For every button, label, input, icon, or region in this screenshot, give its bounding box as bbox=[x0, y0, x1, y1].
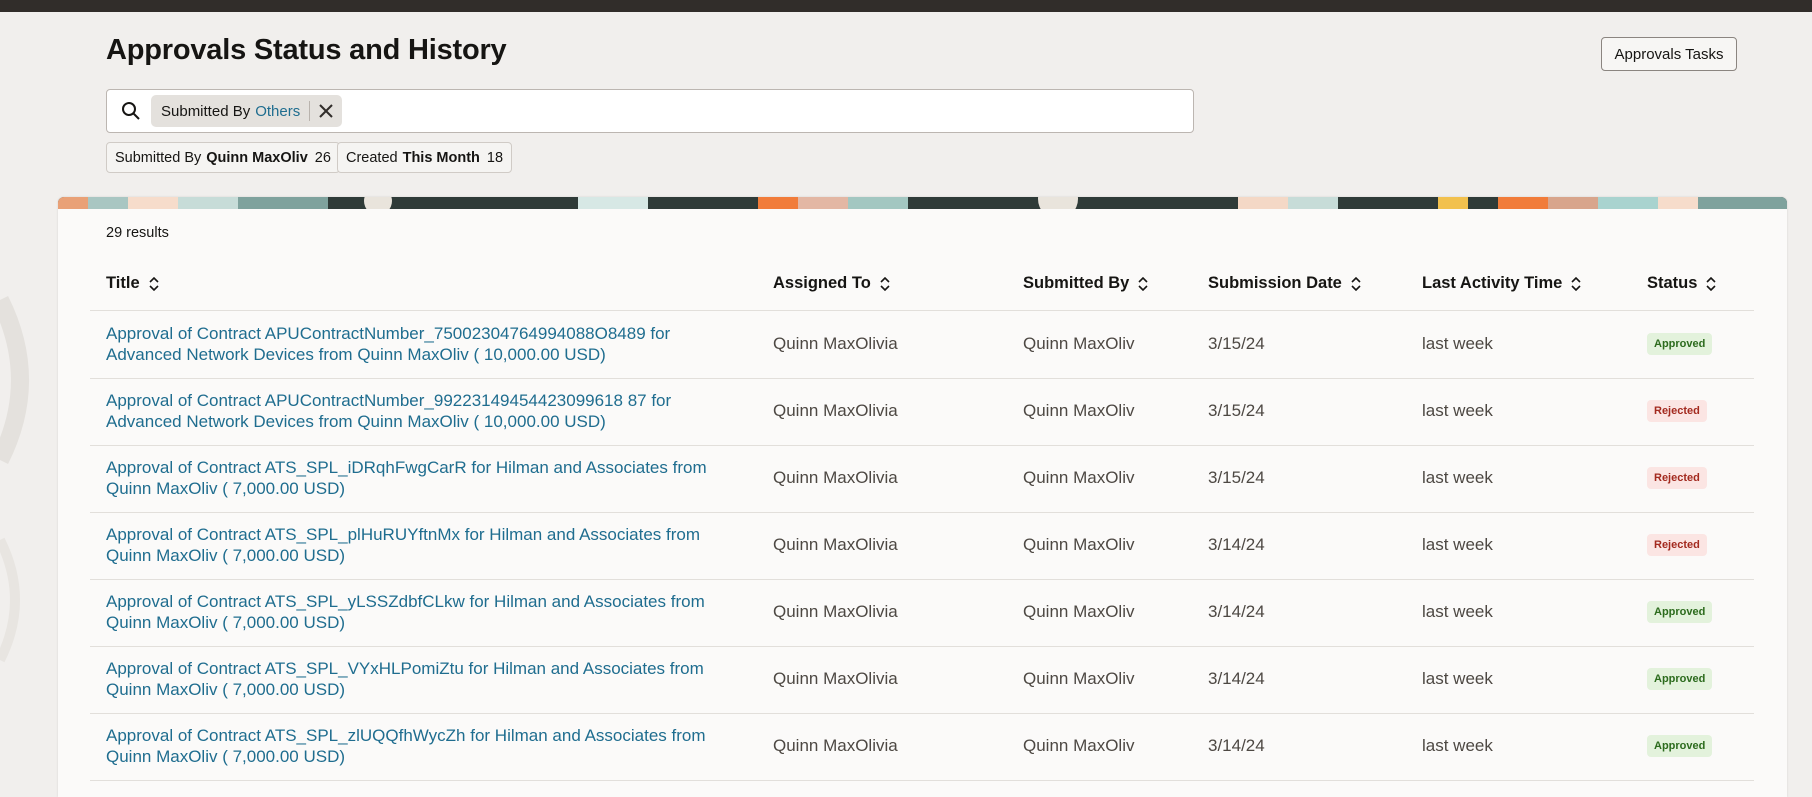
search-bar[interactable]: Submitted By Others bbox=[106, 89, 1194, 133]
facet-label: Created bbox=[346, 149, 398, 166]
search-icon[interactable] bbox=[121, 101, 141, 121]
row-submission-date: 3/14/24 bbox=[1208, 669, 1265, 688]
row-submission-date: 3/14/24 bbox=[1208, 535, 1265, 554]
row-last-activity: last week bbox=[1422, 401, 1493, 420]
approvals-tasks-button[interactable]: Approvals Tasks bbox=[1601, 37, 1737, 71]
row-assigned-to: Quinn MaxOlivia bbox=[773, 334, 898, 353]
facet-count: 26 bbox=[314, 149, 331, 166]
facet-submitted-by[interactable]: Submitted By Quinn MaxOliv 26 bbox=[106, 142, 340, 173]
row-title-link[interactable]: Approval of Contract ATS_SPL_plHuRUYftnM… bbox=[106, 524, 746, 566]
facet-created[interactable]: Created This Month 18 bbox=[337, 142, 513, 173]
row-title-link[interactable]: Approval of Contract ATS_SPL_yLSSZdbfCLk… bbox=[106, 591, 746, 633]
results-count: 29 results bbox=[106, 225, 169, 241]
row-assigned-to: Quinn MaxOlivia bbox=[773, 669, 898, 688]
table-row[interactable]: Approval of Contract APUContractNumber_7… bbox=[90, 311, 1754, 379]
table-row[interactable]: Approval of Contract ATS_SPL_iDRqhFwgCar… bbox=[90, 445, 1754, 513]
row-submitted-by: Quinn MaxOliv bbox=[1023, 334, 1135, 353]
column-header-status[interactable]: Status bbox=[1647, 274, 1717, 293]
column-header-assigned-to[interactable]: Assigned To bbox=[773, 274, 890, 293]
sort-icon[interactable] bbox=[1571, 276, 1581, 291]
row-last-activity: last week bbox=[1422, 736, 1493, 755]
column-header-title[interactable]: Title bbox=[106, 274, 159, 293]
table-header: Title Assigned To Submitted By Submissio… bbox=[90, 264, 1754, 311]
row-submitted-by: Quinn MaxOliv bbox=[1023, 736, 1135, 755]
table-row[interactable]: Approval of Contract ATS_SPL_yLSSZdbfCLk… bbox=[90, 579, 1754, 647]
facet-value: This Month bbox=[402, 149, 480, 166]
top-bar bbox=[0, 0, 1812, 12]
row-title-link[interactable]: Approval of Contract ATS_SPL_iDRqhFwgCar… bbox=[106, 457, 746, 499]
row-last-activity: last week bbox=[1422, 334, 1493, 353]
row-submission-date: 3/14/24 bbox=[1208, 736, 1265, 755]
row-submission-date: 3/15/24 bbox=[1208, 468, 1265, 487]
table-row[interactable]: Approval of Contract ATS_SPL_plHuRUYftnM… bbox=[90, 512, 1754, 580]
row-last-activity: last week bbox=[1422, 468, 1493, 487]
row-submitted-by: Quinn MaxOliv bbox=[1023, 468, 1135, 487]
status-badge: Approved bbox=[1647, 735, 1713, 757]
status-badge: Approved bbox=[1647, 668, 1713, 690]
status-badge: Approved bbox=[1647, 333, 1713, 355]
row-title-link[interactable]: Approval of Contract APUContractNumber_9… bbox=[106, 390, 746, 432]
row-last-activity: last week bbox=[1422, 535, 1493, 554]
row-assigned-to: Quinn MaxOlivia bbox=[773, 736, 898, 755]
row-assigned-to: Quinn MaxOlivia bbox=[773, 468, 898, 487]
facet-count: 18 bbox=[486, 149, 504, 166]
status-badge: Rejected bbox=[1647, 400, 1707, 422]
row-submitted-by: Quinn MaxOliv bbox=[1023, 401, 1135, 420]
column-header-submitted-by[interactable]: Submitted By bbox=[1023, 274, 1148, 293]
column-header-submission-date[interactable]: Submission Date bbox=[1208, 274, 1361, 293]
row-last-activity: last week bbox=[1422, 602, 1493, 621]
status-badge: Rejected bbox=[1647, 534, 1707, 556]
status-badge: Approved bbox=[1647, 601, 1713, 623]
sort-icon[interactable] bbox=[1706, 276, 1717, 291]
chip-divider bbox=[309, 101, 311, 121]
row-submission-date: 3/15/24 bbox=[1208, 334, 1265, 353]
row-title-link[interactable]: Approval of Contract APUContractNumber_7… bbox=[106, 323, 746, 365]
sort-icon[interactable] bbox=[1351, 276, 1361, 291]
close-icon[interactable] bbox=[318, 103, 334, 119]
row-title-link[interactable]: Approval of Contract ATS_SPL_zlUQQfhWycZ… bbox=[106, 725, 746, 767]
chip-value: Others bbox=[255, 102, 301, 120]
row-assigned-to: Quinn MaxOlivia bbox=[773, 602, 898, 621]
row-title-link[interactable]: Approval of Contract ATS_SPL_VYxHLPomiZt… bbox=[106, 658, 746, 700]
results-panel: 29 results Title Assigned To Submitted B… bbox=[58, 197, 1787, 797]
page-title: Approvals Status and History bbox=[106, 34, 507, 66]
table-row[interactable]: Approval of Contract ATS_SPL_VYxHLPomiZt… bbox=[90, 646, 1754, 714]
sort-icon[interactable] bbox=[1138, 276, 1148, 291]
background-pattern bbox=[0, 295, 29, 663]
column-header-last-activity-time[interactable]: Last Activity Time bbox=[1422, 274, 1581, 293]
facet-value: Quinn MaxOliv bbox=[206, 149, 308, 166]
row-submitted-by: Quinn MaxOliv bbox=[1023, 535, 1135, 554]
row-submission-date: 3/14/24 bbox=[1208, 602, 1265, 621]
row-submitted-by: Quinn MaxOliv bbox=[1023, 669, 1135, 688]
row-submitted-by: Quinn MaxOliv bbox=[1023, 602, 1135, 621]
sort-icon[interactable] bbox=[880, 276, 890, 291]
filter-chip-submitted-by[interactable]: Submitted By Others bbox=[151, 95, 343, 127]
decorative-banner bbox=[58, 197, 1787, 209]
table-row[interactable]: Approval of Contract ATS_SPL_zlUQQfhWycZ… bbox=[90, 713, 1754, 781]
row-assigned-to: Quinn MaxOlivia bbox=[773, 401, 898, 420]
chip-label: Submitted By bbox=[161, 102, 251, 120]
row-assigned-to: Quinn MaxOlivia bbox=[773, 535, 898, 554]
row-last-activity: last week bbox=[1422, 669, 1493, 688]
facet-label: Submitted By bbox=[115, 149, 202, 166]
table-row[interactable]: Approval of Contract APUContractNumber_9… bbox=[90, 378, 1754, 446]
status-badge: Rejected bbox=[1647, 467, 1707, 489]
sort-icon[interactable] bbox=[149, 276, 159, 291]
row-submission-date: 3/15/24 bbox=[1208, 401, 1265, 420]
